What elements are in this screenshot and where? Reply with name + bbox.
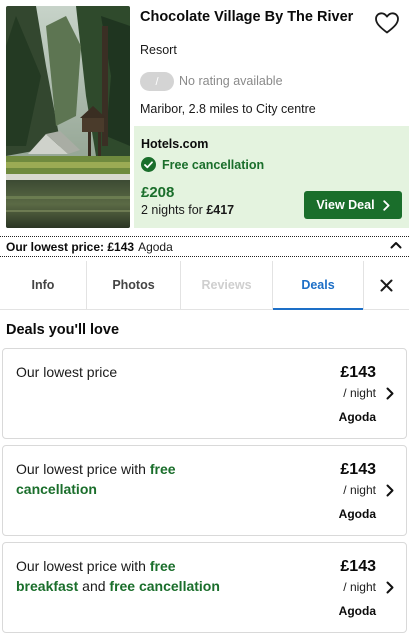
chevron-right-icon (386, 387, 394, 400)
lowest-price-label: Our lowest price: £143 (6, 239, 135, 254)
deals-heading: Deals you'll love (6, 322, 120, 338)
deal-description: Our lowest price (16, 363, 236, 383)
hotel-name[interactable]: Chocolate Village By The River (140, 9, 365, 26)
deal-price: £208 (141, 184, 175, 201)
hotel-photo[interactable] (6, 6, 130, 228)
tab-photos[interactable]: Photos (87, 261, 181, 309)
tab-reviews[interactable]: Reviews (181, 261, 273, 309)
chevron-right-icon (382, 199, 390, 211)
deal-desc-text: Our lowest price with (16, 461, 150, 477)
deal-pricing: £143 / night Agoda (339, 460, 376, 521)
deal-card-price: £143 (340, 461, 376, 478)
deal-desc-text: Our lowest price with (16, 558, 150, 574)
deal-card-per-night: / night (343, 483, 376, 497)
hotel-location: Maribor, 2.8 miles to City centre (140, 102, 316, 116)
deal-card[interactable]: Our lowest price with free cancellation … (2, 445, 407, 536)
rating-text: No rating available (179, 74, 283, 88)
favorite-button[interactable] (372, 9, 402, 37)
featured-deal[interactable]: Hotels.com Free cancellation £208 2 nigh… (134, 126, 409, 228)
detail-tabs: Info Photos Reviews Deals (0, 261, 409, 310)
deal-card-price: £143 (340, 364, 376, 381)
chevron-right-icon (386, 484, 394, 497)
deal-card-provider: Agoda (338, 507, 376, 521)
rating-badge: / (140, 72, 174, 91)
free-cancellation-label: Free cancellation (162, 157, 265, 172)
deal-desc-highlight: free cancellation (109, 577, 220, 594)
check-circle-icon (141, 157, 156, 172)
view-deal-label: View Deal (316, 198, 375, 212)
deal-description: Our lowest price with free cancellation (16, 460, 236, 499)
deal-card[interactable]: Our lowest price £143 / night Agoda (2, 348, 407, 439)
lowest-price-bar[interactable]: Our lowest price: £143 Agoda (0, 236, 409, 257)
chevron-right-icon (386, 581, 394, 594)
deal-pricing: £143 / night Agoda (339, 557, 376, 618)
deal-card-per-night: / night (343, 386, 376, 400)
deal-total-amount: £417 (206, 203, 235, 217)
tab-deals[interactable]: Deals (273, 261, 364, 310)
deal-card-provider: Agoda (338, 604, 376, 618)
deal-card-price: £143 (340, 558, 376, 575)
chevron-up-icon[interactable] (390, 241, 402, 249)
view-deal-button[interactable]: View Deal (304, 191, 402, 219)
deal-total-prefix: 2 nights for (141, 203, 207, 217)
deal-provider: Hotels.com (141, 137, 209, 151)
hotel-card: Chocolate Village By The River Resort / … (0, 0, 409, 234)
lowest-price-provider: Agoda (138, 239, 173, 254)
deal-pricing: £143 / night Agoda (339, 363, 376, 424)
deal-card-provider: Agoda (338, 410, 376, 424)
close-icon (380, 279, 393, 291)
hotel-type: Resort (140, 43, 177, 57)
deal-description: Our lowest price with free breakfast and… (16, 557, 236, 596)
deal-total: 2 nights for £417 (141, 203, 234, 217)
heart-outline-icon (375, 12, 399, 34)
tab-info[interactable]: Info (0, 261, 87, 309)
free-cancellation-row: Free cancellation (141, 157, 264, 172)
deal-card[interactable]: Our lowest price with free breakfast and… (2, 542, 407, 633)
deal-desc-text: Our lowest price (16, 364, 118, 380)
deal-card-per-night: / night (343, 580, 376, 594)
hotel-photo-image (6, 6, 130, 228)
deal-desc-text: and (78, 577, 110, 594)
close-button[interactable] (364, 261, 409, 309)
